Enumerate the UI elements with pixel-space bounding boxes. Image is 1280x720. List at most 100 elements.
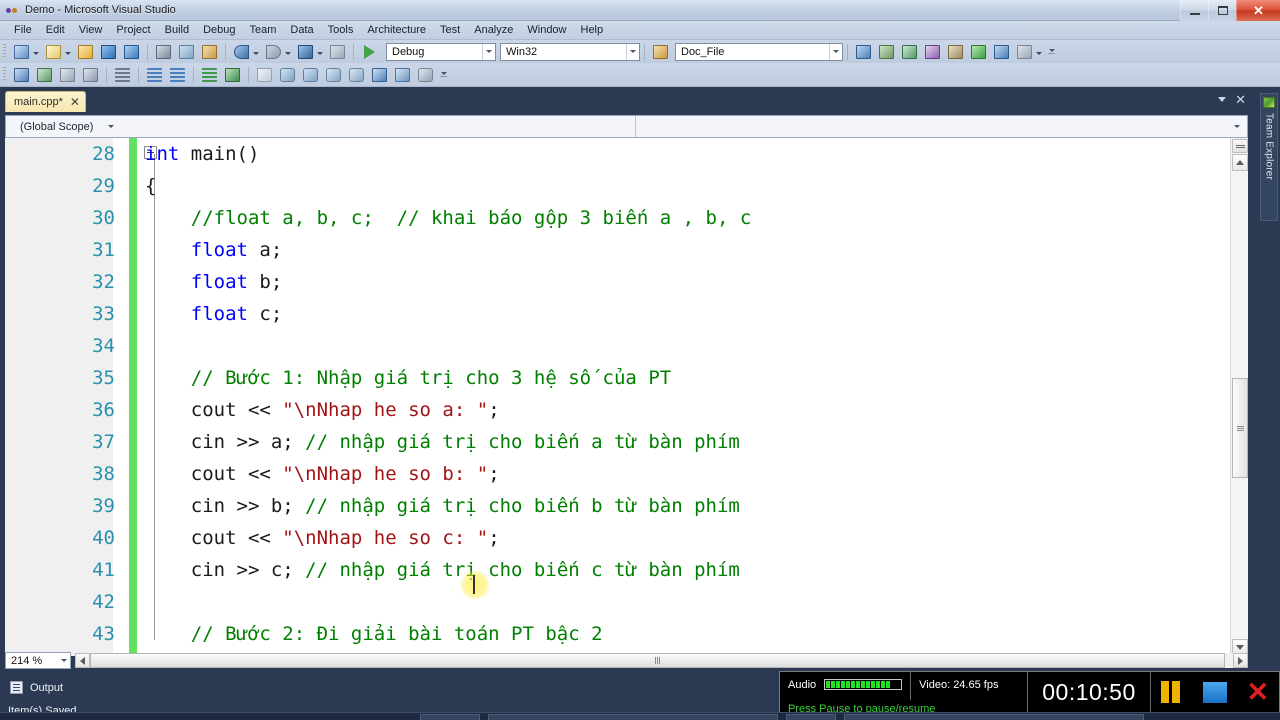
- code-line[interactable]: 42: [5, 586, 1230, 618]
- code-line[interactable]: 38 cout << "\nNhap he so b: ";: [5, 458, 1230, 490]
- command-window-icon[interactable]: [991, 42, 1012, 61]
- menu-item-window[interactable]: Window: [520, 22, 573, 38]
- code-line[interactable]: 30 //float a, b, c; // khai báo gộp 3 bi…: [5, 202, 1230, 234]
- code-line[interactable]: 34: [5, 330, 1230, 362]
- toggle-icon[interactable]: [34, 65, 55, 84]
- chevron-down-icon[interactable]: [829, 43, 842, 60]
- code-line[interactable]: 40 cout << "\nNhap he so c: ";: [5, 522, 1230, 554]
- next-bookmark-icon[interactable]: [300, 65, 321, 84]
- comment-icon[interactable]: [199, 65, 220, 84]
- code-line[interactable]: 29 {: [5, 170, 1230, 202]
- navigate-backward-dropdown-icon[interactable]: [317, 51, 323, 55]
- pause-icon[interactable]: [1160, 681, 1183, 703]
- output-window-icon[interactable]: [968, 42, 989, 61]
- solution-explorer-icon[interactable]: [853, 42, 874, 61]
- scope-dropdown[interactable]: (Global Scope): [6, 116, 636, 137]
- code-lines[interactable]: 28 int main() 29 {30 //float a, b, c; // kh…: [5, 138, 1230, 656]
- toolbar-options-button[interactable]: [1047, 49, 1056, 54]
- code-line[interactable]: 28 int main(): [5, 138, 1230, 170]
- taskbar-item[interactable]: [786, 714, 836, 720]
- code-line[interactable]: 36 cout << "\nNhap he so a: ";: [5, 394, 1230, 426]
- menu-item-tools[interactable]: Tools: [321, 22, 361, 38]
- menu-item-data[interactable]: Data: [283, 22, 320, 38]
- toolbar-grip[interactable]: [3, 67, 6, 82]
- taskbar-item[interactable]: [488, 714, 778, 720]
- chevron-down-icon[interactable]: [57, 659, 70, 662]
- increase-indent-icon[interactable]: [167, 65, 188, 84]
- chevron-down-icon[interactable]: [626, 43, 639, 60]
- clear-bookmarks-icon[interactable]: [369, 65, 390, 84]
- window-icon[interactable]: [11, 65, 32, 84]
- save-all-icon[interactable]: [121, 42, 142, 61]
- open-file-icon[interactable]: [75, 42, 96, 61]
- navigate-backward-icon[interactable]: [295, 42, 316, 61]
- horizontal-scroll-track[interactable]: [90, 653, 1233, 668]
- scroll-right-button[interactable]: [1233, 653, 1248, 668]
- code-line[interactable]: 32 float b;: [5, 266, 1230, 298]
- find-symbol-results-icon[interactable]: [415, 65, 436, 84]
- sidebar-item-team-explorer[interactable]: Team Explorer: [1260, 93, 1278, 221]
- close-button[interactable]: ✕: [1236, 0, 1280, 21]
- redo-dropdown-icon[interactable]: [285, 51, 291, 55]
- code-line[interactable]: 37 cin >> a; // nhập giá trị cho biến a …: [5, 426, 1230, 458]
- scroll-left-button[interactable]: [75, 653, 90, 668]
- split-view-button[interactable]: [1232, 139, 1248, 153]
- list-icon[interactable]: [112, 65, 133, 84]
- scroll-up-button[interactable]: [1232, 154, 1248, 171]
- decrease-indent-icon[interactable]: [144, 65, 165, 84]
- minimize-button[interactable]: [1180, 0, 1208, 21]
- code-line[interactable]: 39 cin >> b; // nhập giá trị cho biến b …: [5, 490, 1230, 522]
- toggle-bookmark-icon[interactable]: [254, 65, 275, 84]
- save-icon[interactable]: [98, 42, 119, 61]
- code-line[interactable]: 35 // Bước 1: Nhập giá trị cho 3 hệ số c…: [5, 362, 1230, 394]
- menu-item-test[interactable]: Test: [433, 22, 467, 38]
- tab-close-icon[interactable]: ✕: [70, 96, 80, 108]
- properties-window-icon[interactable]: [876, 42, 897, 61]
- window-list-dropdown-icon[interactable]: [1036, 51, 1042, 55]
- prev-bookmark-folder-icon[interactable]: [323, 65, 344, 84]
- new-project-dropdown-icon[interactable]: [33, 51, 39, 55]
- restore-button[interactable]: [1208, 0, 1236, 21]
- member-dropdown[interactable]: [636, 116, 1247, 137]
- symbol-scope-icon[interactable]: [650, 42, 671, 61]
- copy-icon[interactable]: [176, 42, 197, 61]
- undo-dropdown-icon[interactable]: [253, 51, 259, 55]
- navigate-forward-icon[interactable]: [327, 42, 348, 61]
- error-list-icon[interactable]: [945, 42, 966, 61]
- menu-item-analyze[interactable]: Analyze: [467, 22, 520, 38]
- menu-item-edit[interactable]: Edit: [39, 22, 72, 38]
- code-line[interactable]: 33 float c;: [5, 298, 1230, 330]
- tab-list-chevron-icon[interactable]: [1218, 97, 1227, 102]
- toolbar-options-button[interactable]: [439, 72, 448, 77]
- new-project-icon[interactable]: [11, 42, 32, 61]
- toolbar-grip[interactable]: [3, 44, 6, 59]
- close-icon[interactable]: ✕: [1246, 678, 1269, 706]
- menu-item-file[interactable]: File: [7, 22, 39, 38]
- font-size-icon[interactable]: [80, 65, 101, 84]
- taskbar-item[interactable]: [420, 714, 480, 720]
- code-line[interactable]: 43 // Bước 2: Đi giải bài toán PT bậc 2: [5, 618, 1230, 650]
- horizontal-scroll-thumb[interactable]: [90, 653, 1225, 668]
- tab-main-cpp[interactable]: main.cpp* ✕: [5, 91, 86, 112]
- redo-icon[interactable]: [263, 42, 284, 61]
- prev-bookmark-icon[interactable]: [277, 65, 298, 84]
- pointer-icon[interactable]: [57, 65, 78, 84]
- close-document-icon[interactable]: ✕: [1235, 93, 1246, 106]
- menu-item-project[interactable]: Project: [109, 22, 157, 38]
- find-symbol-combo[interactable]: Doc_File: [675, 42, 843, 61]
- solution-platform-combo[interactable]: Win32: [500, 42, 640, 61]
- menu-item-team[interactable]: Team: [243, 22, 284, 38]
- taskbar-item[interactable]: [844, 714, 1144, 720]
- zoom-level-combo[interactable]: 214 %: [5, 652, 71, 669]
- menu-item-view[interactable]: View: [72, 22, 110, 38]
- add-new-item-icon[interactable]: [43, 42, 64, 61]
- undo-icon[interactable]: [231, 42, 252, 61]
- next-bookmark-folder-icon[interactable]: [346, 65, 367, 84]
- vertical-scroll-thumb[interactable]: [1232, 378, 1248, 478]
- cut-icon[interactable]: [153, 42, 174, 61]
- menu-item-debug[interactable]: Debug: [196, 22, 242, 38]
- chevron-down-icon[interactable]: [482, 43, 495, 60]
- object-browser-icon[interactable]: [899, 42, 920, 61]
- code-editor[interactable]: 28 int main() 29 {30 //float a, b, c; // kh…: [5, 138, 1248, 656]
- uncomment-icon[interactable]: [222, 65, 243, 84]
